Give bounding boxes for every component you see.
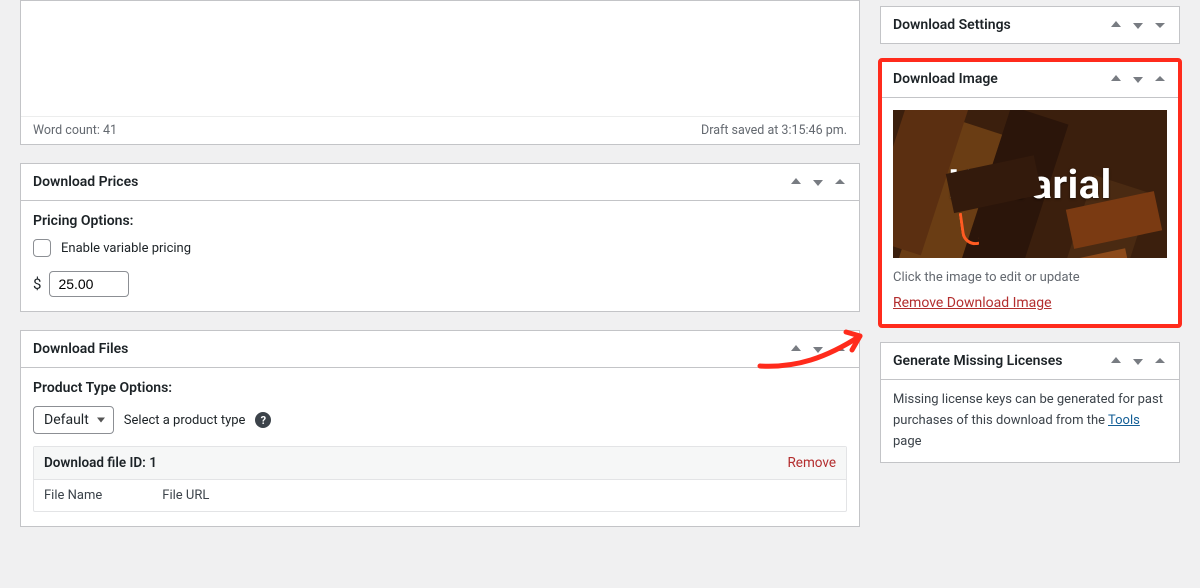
product-type-hint: Select a product type	[124, 413, 246, 428]
panel-title: Generate Missing Licenses	[893, 353, 1062, 369]
toggle-panel-icon[interactable]	[1153, 72, 1167, 86]
download-image-thumbnail[interactable]: Helvarial	[893, 110, 1167, 258]
move-up-icon[interactable]	[1109, 354, 1123, 368]
remove-download-image-link[interactable]: Remove Download Image	[893, 295, 1052, 311]
download-image-panel: Download Image Helvarial Click the image…	[880, 60, 1180, 326]
download-settings-panel: Download Settings	[880, 6, 1180, 44]
toggle-panel-icon[interactable]	[833, 175, 847, 189]
download-files-panel: Download Files Product Type Options: Def…	[20, 330, 860, 527]
checkbox-icon[interactable]	[33, 239, 51, 257]
move-down-icon[interactable]	[811, 175, 825, 189]
editor-content-area[interactable]	[21, 1, 859, 117]
column-file-name: File Name	[44, 488, 102, 503]
pricing-options-label: Pricing Options:	[33, 213, 847, 229]
move-down-icon[interactable]	[1131, 354, 1145, 368]
move-up-icon[interactable]	[789, 342, 803, 356]
toggle-panel-icon[interactable]	[1153, 354, 1167, 368]
product-type-options-label: Product Type Options:	[33, 380, 847, 396]
move-up-icon[interactable]	[1109, 18, 1123, 32]
panel-title: Download Settings	[893, 17, 1011, 33]
toggle-panel-icon[interactable]	[1153, 18, 1167, 32]
generate-missing-licenses-panel: Generate Missing Licenses Missing licens…	[880, 342, 1180, 463]
column-file-url: File URL	[162, 488, 209, 503]
move-down-icon[interactable]	[1131, 72, 1145, 86]
enable-variable-pricing-label: Enable variable pricing	[61, 241, 191, 256]
editor-metabox: Word count: 41 Draft saved at 3:15:46 pm…	[20, 0, 860, 145]
thumbnail-caption: Click the image to edit or update	[893, 270, 1167, 285]
draft-saved-status: Draft saved at 3:15:46 pm.	[701, 123, 847, 138]
panel-title: Download Files	[33, 341, 128, 357]
toggle-panel-icon[interactable]	[833, 342, 847, 356]
price-input[interactable]	[49, 271, 129, 297]
panel-title: Download Image	[893, 71, 998, 87]
move-up-icon[interactable]	[1109, 72, 1123, 86]
panel-title: Download Prices	[33, 174, 138, 190]
currency-symbol: $	[33, 275, 41, 293]
download-file-table: Download file ID: 1 Remove File Name Fil…	[33, 446, 847, 512]
product-type-select[interactable]: Default	[33, 406, 114, 434]
download-file-id-label: Download file ID: 1	[44, 455, 157, 471]
move-up-icon[interactable]	[789, 175, 803, 189]
word-count: Word count: 41	[33, 123, 117, 138]
move-down-icon[interactable]	[811, 342, 825, 356]
move-down-icon[interactable]	[1131, 18, 1145, 32]
remove-file-link[interactable]: Remove	[787, 455, 836, 471]
enable-variable-pricing-row[interactable]: Enable variable pricing	[33, 239, 847, 257]
tools-link[interactable]: Tools	[1108, 413, 1140, 428]
product-type-value: Default	[44, 412, 89, 428]
missing-licenses-text: Missing license keys can be generated fo…	[893, 390, 1167, 452]
thumbnail-overlay-text: Helvarial	[893, 110, 1167, 258]
help-icon[interactable]: ?	[255, 412, 271, 428]
download-prices-panel: Download Prices Pricing Options: Enable …	[20, 163, 860, 312]
